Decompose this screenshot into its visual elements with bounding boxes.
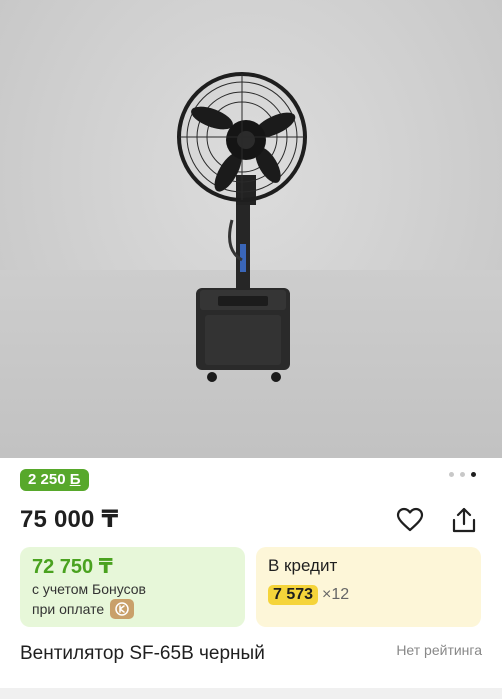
bonus-price-value: 72 750 ₸ xyxy=(32,556,113,578)
bonus-currency: Б xyxy=(69,471,81,488)
gallery-dot[interactable] xyxy=(449,472,454,477)
bonus-badge: 2 250 Б xyxy=(20,469,89,491)
credit-title: В кредит xyxy=(268,556,338,575)
bonus-line-2: при оплате xyxy=(32,599,233,619)
share-button[interactable] xyxy=(448,504,480,536)
bonus-line-1: с учетом Бонусов xyxy=(32,581,146,597)
kaspi-pay-icon xyxy=(110,599,135,619)
product-title: Вентилятор SF-65B черный xyxy=(20,643,265,664)
share-icon xyxy=(452,507,476,533)
heart-icon xyxy=(396,507,424,532)
bonus-badge-value: 2 250 xyxy=(28,471,70,488)
product-photo[interactable] xyxy=(0,0,502,458)
gallery-dot-active[interactable] xyxy=(471,472,476,477)
credit-row: 7 573 ×12 xyxy=(268,585,469,605)
bonus-line-2-text: при оплате xyxy=(32,601,105,617)
favorite-button[interactable] xyxy=(394,504,426,536)
product-price: 75 000 ₸ xyxy=(20,506,119,533)
credit-card[interactable]: В кредит 7 573 ×12 xyxy=(256,547,481,627)
section-divider xyxy=(0,688,502,699)
fan-illustration xyxy=(177,72,307,382)
credit-monthly-amount: 7 573 xyxy=(268,585,319,605)
credit-months: ×12 xyxy=(322,586,350,603)
gallery-dots xyxy=(449,472,476,477)
rating-text[interactable]: Нет рейтинга xyxy=(396,642,482,658)
gallery-dot[interactable] xyxy=(460,472,465,477)
bonus-price-card[interactable]: 72 750 ₸ с учетом Бонусов при оплате xyxy=(20,547,245,627)
